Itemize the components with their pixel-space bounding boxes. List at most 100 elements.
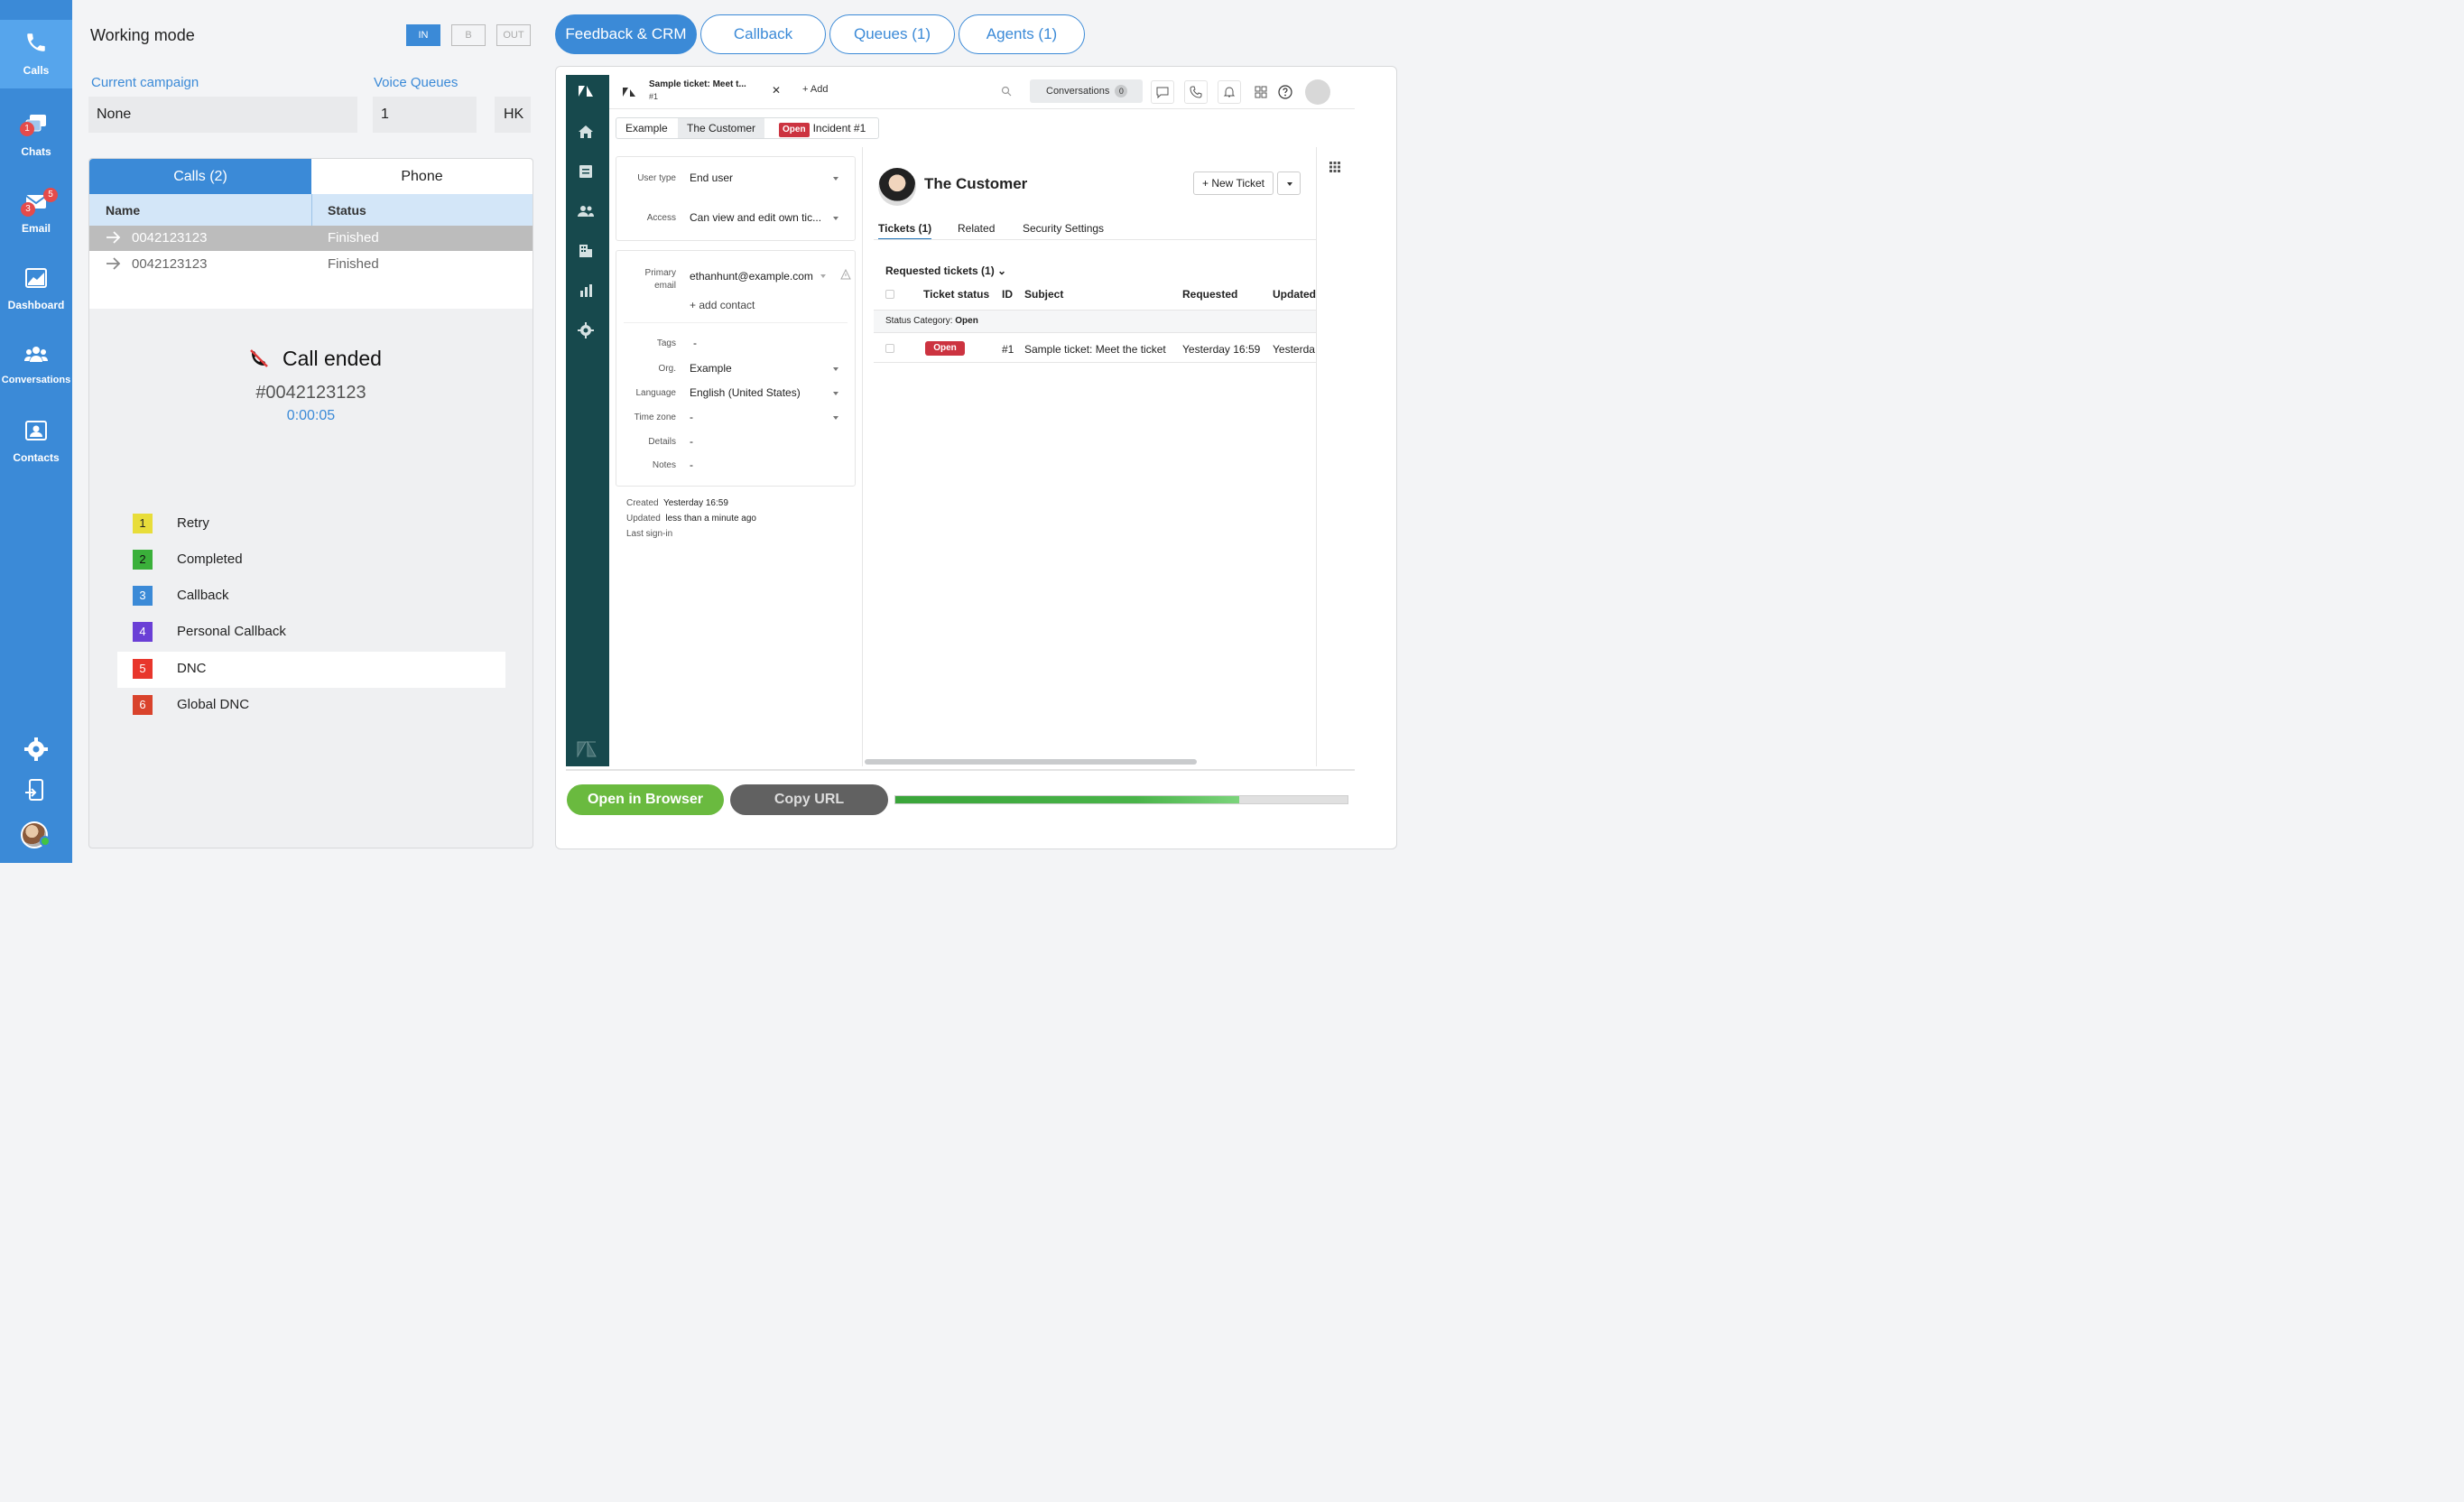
admin-gear-icon[interactable] (577, 321, 595, 339)
column-header-updated[interactable]: Updated (1273, 288, 1316, 301)
updated-label: Updated (626, 514, 661, 524)
product-tray-icon[interactable] (1255, 86, 1267, 98)
breadcrumb-ticket[interactable]: Open Incident #1 (770, 118, 875, 138)
notifications-button[interactable] (1218, 80, 1241, 104)
disposition-completed[interactable]: 2 Completed (117, 542, 505, 579)
settings-gear-icon[interactable] (22, 735, 51, 764)
disposition-callback[interactable]: 3 Callback (117, 579, 505, 615)
requested-tickets-toggle[interactable]: Requested tickets (1) ⌄ (885, 264, 1006, 277)
calls-panel: Calls (2) Phone Name Status 0042123123 F… (88, 158, 533, 848)
tab-feedback-crm[interactable]: Feedback & CRM (555, 14, 697, 54)
divider (624, 322, 848, 323)
profile-avatar[interactable] (1305, 79, 1330, 105)
breadcrumb-ticket-label: Incident #1 (812, 122, 866, 134)
new-ticket-button[interactable]: + New Ticket (1193, 172, 1274, 195)
nav-calls[interactable]: Calls (0, 20, 72, 88)
table-row[interactable]: 0042123123 Finished (89, 252, 533, 277)
tab-queues[interactable]: Queues (1) (829, 14, 955, 54)
organizations-icon[interactable] (577, 242, 595, 260)
tab-related[interactable]: Related (958, 222, 995, 235)
table-row[interactable]: 0042123123 Finished (89, 226, 533, 251)
ticket-tab-title[interactable]: Sample ticket: Meet t... (649, 79, 746, 89)
breadcrumb-user[interactable]: The Customer (678, 118, 765, 138)
divider (566, 769, 1355, 771)
nav-conversations[interactable]: Conversations (0, 332, 72, 401)
help-icon[interactable] (1278, 85, 1292, 99)
talk-phone-button[interactable] (1184, 80, 1208, 104)
language-select[interactable]: English (United States) (690, 386, 801, 399)
org-select[interactable]: Example (690, 362, 732, 375)
details-value[interactable]: - (690, 435, 693, 448)
disposition-key: 5 (133, 659, 153, 679)
chat-bubble-icon (1156, 87, 1169, 98)
nav-label: Chats (21, 145, 51, 158)
copy-url-button[interactable]: Copy URL (730, 784, 888, 815)
zendesk-logo-icon[interactable] (577, 82, 595, 100)
chats-badge: 1 (20, 122, 34, 136)
tab-calls[interactable]: Calls (2) (89, 159, 311, 194)
new-ticket-dropdown-button[interactable] (1277, 172, 1301, 195)
disposition-global-dnc[interactable]: 6 Global DNC (117, 688, 505, 724)
nav-dashboard[interactable]: Dashboard (0, 255, 72, 324)
disposition-key: 4 (133, 622, 153, 642)
customers-icon[interactable] (577, 202, 595, 220)
disposition-dnc[interactable]: 5 DNC (117, 652, 505, 688)
mode-b-button[interactable]: B (451, 24, 486, 46)
tab-callback[interactable]: Callback (700, 14, 826, 54)
views-icon[interactable] (577, 162, 595, 181)
ticket-id[interactable]: #1 (1002, 343, 1014, 356)
details-label: Details (648, 437, 676, 447)
access-select[interactable]: Can view and edit own tic... (690, 211, 821, 224)
voice-queues-field[interactable]: 1 (373, 97, 477, 133)
disposition-key: 3 (133, 586, 153, 606)
tab-security-settings[interactable]: Security Settings (1023, 222, 1104, 235)
column-header-id[interactable]: ID (1002, 288, 1013, 301)
column-divider (311, 194, 312, 226)
search-icon[interactable] (1001, 86, 1012, 97)
nav-email[interactable]: 5 3 Email (0, 179, 72, 247)
disposition-key: 6 (133, 695, 153, 715)
ticket-row-checkbox[interactable] (885, 344, 894, 353)
breadcrumb-org[interactable]: Example (616, 118, 677, 138)
timezone-select[interactable]: - (690, 411, 693, 423)
conversations-button[interactable]: Conversations 0 (1030, 79, 1143, 103)
home-icon[interactable] (577, 123, 595, 141)
mode-in-button[interactable]: IN (406, 24, 440, 46)
nav-contacts[interactable]: Contacts (0, 409, 72, 477)
primary-label: Primary (644, 268, 676, 278)
column-header-ticket-status[interactable]: Ticket status (923, 288, 989, 301)
column-header-requested[interactable]: Requested (1182, 288, 1237, 301)
ticket-subject[interactable]: Sample ticket: Meet the ticket (1024, 343, 1166, 356)
created-label: Created (626, 498, 659, 508)
disposition-retry[interactable]: 1 Retry (117, 506, 505, 542)
disposition-personal-callback[interactable]: 4 Personal Callback (117, 615, 505, 651)
add-contact-link[interactable]: + add contact (690, 299, 755, 311)
apps-grid-icon[interactable] (1329, 162, 1340, 172)
current-campaign-label: Current campaign (91, 75, 199, 90)
chevron-down-icon (833, 416, 838, 420)
progress-fill (895, 796, 1239, 803)
current-campaign-field[interactable]: None (88, 97, 357, 133)
email-value[interactable]: ethanhunt@example.com (690, 270, 813, 283)
tags-value[interactable]: - (693, 337, 697, 349)
nav-chats[interactable]: 1 Chats (0, 102, 72, 171)
column-header-subject[interactable]: Subject (1024, 288, 1063, 301)
status-category-label: Status Category: (885, 316, 953, 326)
horizontal-scrollbar[interactable] (865, 759, 1197, 765)
logout-icon[interactable] (22, 775, 51, 804)
tab-phone[interactable]: Phone (311, 159, 533, 194)
select-all-checkbox[interactable] (885, 290, 894, 299)
access-label: Access (646, 213, 676, 223)
tab-tickets[interactable]: Tickets (1) (878, 222, 932, 240)
mode-out-button[interactable]: OUT (496, 24, 531, 46)
notes-value[interactable]: - (690, 459, 693, 471)
zendesk-sidebar (566, 75, 609, 766)
chat-bubble-button[interactable] (1151, 80, 1174, 104)
call-ended-title: Call ended (283, 347, 382, 370)
user-type-select[interactable]: End user (690, 172, 733, 184)
open-in-browser-button[interactable]: Open in Browser (567, 784, 724, 815)
reporting-icon[interactable] (577, 282, 595, 300)
tab-agents[interactable]: Agents (1) (959, 14, 1085, 54)
add-tab-button[interactable]: + Add (802, 84, 828, 95)
close-tab-icon[interactable]: ✕ (772, 84, 781, 97)
